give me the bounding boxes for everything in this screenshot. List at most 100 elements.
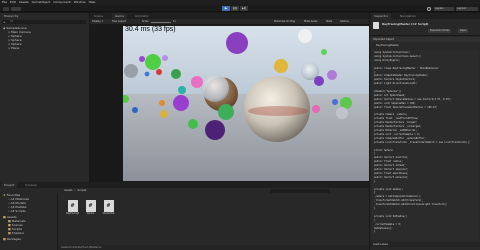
- project-file-item[interactable]: # ShaderTest: [102, 200, 115, 220]
- aspect-dropdown[interactable]: Free Aspect: [112, 20, 126, 24]
- play-button[interactable]: ▶: [222, 6, 230, 11]
- code-line: private List<Transform> _transformsToWat…: [374, 140, 471, 144]
- gizmos-dropdown[interactable]: Gizmos: [340, 20, 349, 24]
- sphere-blue-small: [144, 71, 150, 77]
- open-button[interactable]: Open: [458, 29, 469, 33]
- code-line: private RenderTexture _target;: [374, 121, 418, 125]
- project-file-label: ShaderTest: [102, 212, 115, 215]
- breadcrumb-assets[interactable]: Assets: [64, 189, 72, 193]
- code-line: using System.Collections;: [374, 51, 410, 54]
- main-toolbar: ▶ ❚❚ ▶❚ Layers Layout: [0, 5, 480, 12]
- code-line: }: [374, 230, 376, 234]
- code-line: {: [374, 70, 376, 74]
- hierarchy-search[interactable]: + All: [2, 20, 86, 24]
- code-line: private Material _addMaterial;: [374, 129, 418, 132]
- code-line: }: [374, 207, 376, 210]
- sphere-red: [156, 69, 162, 75]
- inspector-panel: RayTracingMaster (C# Script) Open Execut…: [370, 19, 480, 250]
- script-title: RayTracingMaster (C# Script): [382, 22, 429, 26]
- code-line: using UnityEngine;: [374, 58, 400, 62]
- scale-slider[interactable]: [151, 21, 171, 23]
- breadcrumb: Assets › Scripts: [64, 189, 86, 193]
- script-source-preview: using System.Collections; using System.Co…: [371, 50, 479, 240]
- project-tree-label: Shaders: [11, 231, 24, 235]
- code-line: public Texture SkyboxTexture;: [374, 78, 416, 82]
- cloud-icon[interactable]: [3, 6, 9, 11]
- project-tree-item[interactable]: ■ Shaders: [8, 231, 24, 235]
- object-name: RayTracingMaster: [376, 43, 400, 47]
- game-viewport[interactable]: 30.4 ms (33 fps): [123, 26, 369, 181]
- project-file-label: Sphere: [86, 212, 95, 215]
- project-file-item[interactable]: #RayTracingMaster: [66, 200, 79, 220]
- mute-audio-toggle[interactable]: Mute Audio: [304, 20, 318, 24]
- code-line: public ComputeShader RayTracingShader;: [374, 74, 429, 78]
- hierarchy-item[interactable]: ▫ Plane: [8, 46, 19, 50]
- code-line: {: [374, 191, 376, 195]
- hierarchy-item-label: Plane: [11, 46, 20, 50]
- pause-button[interactable]: ❚❚: [231, 6, 239, 11]
- sphere-white-right: [298, 29, 312, 43]
- scale-label: Scale: [142, 20, 149, 23]
- selected-asset-path: Assets/Scripts/RayTracingMaster.cs: [61, 245, 102, 249]
- sphere-gold-mid: [274, 59, 288, 73]
- project-file-item[interactable]: # Sphere: [84, 200, 97, 220]
- imported-object-header[interactable]: Imported Object: [370, 37, 480, 42]
- sphere-pink-right: [312, 105, 320, 113]
- sphere-green-right: [321, 49, 327, 55]
- search-icon[interactable]: [427, 6, 431, 11]
- csharp-script-icon: #: [67, 200, 78, 212]
- fps-readout: 30.4 ms (33 fps): [125, 26, 176, 33]
- breadcrumb-scripts[interactable]: Scripts: [78, 189, 87, 193]
- project-tree-item[interactable]: ⌕ All Scripts: [8, 209, 26, 213]
- stats-toggle[interactable]: Stats: [326, 20, 332, 24]
- project-panel: ★ Favorites ⌕ All Materials ⌕ All Models ⌕…: [0, 188, 369, 250]
- sphere-gray-left: [124, 64, 138, 78]
- sphere-purple-left: [139, 56, 145, 62]
- sphere-teal: [178, 86, 186, 94]
- object-name-row: RayTracingMaster: [370, 43, 480, 48]
- tab-hierarchy[interactable]: Hierarchy: [1, 13, 22, 19]
- layout-dropdown[interactable]: Layout: [456, 6, 478, 11]
- project-tree: ★ Favorites ⌕ All Materials ⌕ All Models ⌕…: [0, 193, 58, 250]
- sphere-blue-right: [332, 99, 338, 105]
- code-line: [Header("Spheres")]: [374, 90, 402, 93]
- code-line: private void Awake(): [374, 187, 403, 191]
- game-toolbar: Display 1 Free Aspect Scale 1x Maximize …: [90, 19, 369, 25]
- account-button[interactable]: [11, 6, 21, 11]
- hierarchy-panel: Hierarchy + All ◆ SampleScene ▫ Main Came…: [0, 13, 89, 182]
- sphere-reflection-band: [248, 106, 308, 116]
- imported-object-label: Imported Object: [373, 37, 395, 41]
- ray-traced-scene: [123, 26, 369, 181]
- hierarchy-search-input[interactable]: All: [10, 20, 13, 24]
- code-line: struct Sphere: [374, 148, 393, 152]
- maximize-on-play-toggle[interactable]: Maximize On Play: [274, 20, 295, 24]
- sphere-lilac-right: [327, 70, 337, 80]
- code-line: public Vector3 position;: [374, 156, 409, 160]
- sphere-gray-right: [336, 107, 348, 119]
- project-search[interactable]: [270, 189, 330, 193]
- code-line: private Camera _camera;: [374, 113, 408, 117]
- step-button[interactable]: ▶❚: [240, 6, 248, 11]
- code-line: using System.Collections.Generic;: [374, 54, 422, 58]
- star-icon: ★: [3, 193, 6, 197]
- code-line: _transformsToWatch.Add(DirectionalLight.…: [374, 203, 448, 207]
- code-line: public Vector3 albedo;: [374, 164, 406, 168]
- folder-icon: ■: [3, 237, 6, 241]
- code-line: public float SpherePlacementRadius = 100…: [374, 105, 438, 109]
- code-line: {: [374, 152, 376, 156]
- sphere-purple-large-low: [173, 95, 189, 111]
- asset-labels[interactable]: Asset Labels: [373, 243, 388, 247]
- layers-dropdown[interactable]: Layers: [434, 6, 454, 11]
- code-line: public Light DirectionalLight;: [374, 82, 418, 86]
- sphere-purple-top: [226, 32, 248, 54]
- sphere-green-bottom: [188, 119, 198, 129]
- execution-order-button[interactable]: Execution Order: [428, 29, 452, 33]
- add-icon[interactable]: +: [3, 20, 6, 24]
- display-dropdown[interactable]: Display 1: [92, 20, 103, 24]
- sphere-lavender: [162, 55, 168, 61]
- project-status-bar: Assets/Scripts/RayTracingMaster.cs: [58, 245, 369, 250]
- script-file-icon: [373, 22, 379, 29]
- packages-header[interactable]: ■ Packages: [3, 237, 21, 241]
- sphere-blue-left: [132, 107, 138, 113]
- code-line: public class RayTracingMaster : MonoBeha…: [374, 66, 439, 70]
